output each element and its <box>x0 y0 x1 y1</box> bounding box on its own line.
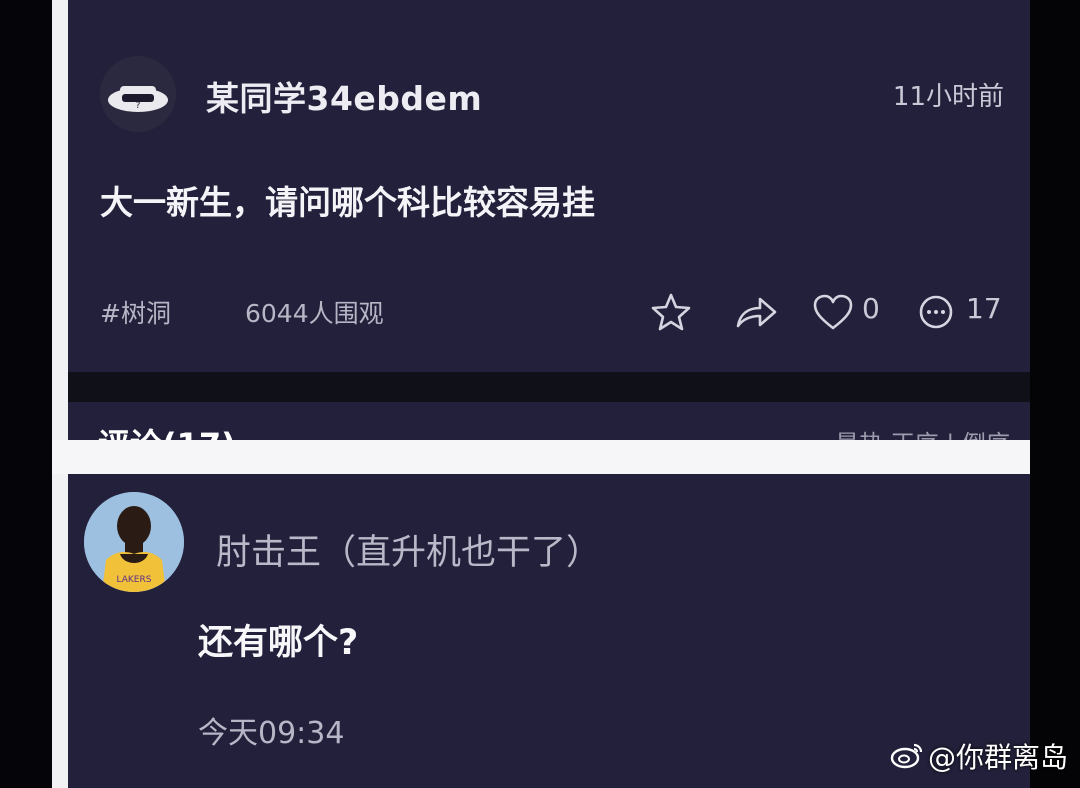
share-icon[interactable] <box>734 294 778 330</box>
heart-icon[interactable] <box>812 293 854 331</box>
comment-time: 今天09:34 <box>198 716 345 751</box>
screenshot-frame: ? 某同学34ebdem 11小时前 大一新生，请问哪个科比较容易挂 #树洞 6… <box>0 0 1080 788</box>
commenter-name[interactable]: 肘击王（直升机也干了） <box>216 524 601 575</box>
watermark: @你群离岛 <box>890 736 1068 777</box>
comment-card: LAKERS 肘击王（直升机也干了） 还有哪个? 今天09:34 <box>68 474 1030 788</box>
weibo-logo-icon <box>890 741 924 776</box>
commenter-avatar[interactable]: LAKERS <box>84 492 184 592</box>
anonymous-mask-icon: ? <box>100 56 176 132</box>
post-tag[interactable]: #树洞 <box>100 294 171 330</box>
like-count: 0 <box>862 292 880 325</box>
svg-text:LAKERS: LAKERS <box>117 575 152 585</box>
left-border <box>52 0 68 788</box>
right-border <box>1030 0 1080 788</box>
post-time: 11小时前 <box>892 82 1004 112</box>
comments-title: 评论(17) <box>98 420 236 442</box>
white-separator <box>52 440 1030 474</box>
comment-text: 还有哪个? <box>198 623 359 663</box>
post-text: 大一新生，请问哪个科比较容易挂 <box>100 183 595 222</box>
post-username[interactable]: 某同学34ebdem <box>206 72 482 120</box>
comments-header: 评论(17) 最热 正序 | 倒序 <box>68 402 1030 442</box>
view-count: 6044人围观 <box>245 299 384 328</box>
comment-icon[interactable] <box>918 294 954 330</box>
anonymous-avatar[interactable]: ? <box>100 56 176 132</box>
section-divider <box>68 372 1030 402</box>
comment-count: 17 <box>966 292 1002 325</box>
star-icon[interactable] <box>650 292 692 332</box>
post-meta-row: #树洞 6044人围观 0 17 <box>100 290 1010 334</box>
post-card: ? 某同学34ebdem 11小时前 大一新生，请问哪个科比较容易挂 #树洞 6… <box>68 0 1030 372</box>
watermark-text: @你群离岛 <box>927 740 1068 774</box>
svg-text:?: ? <box>136 101 141 111</box>
player-avatar-icon: LAKERS <box>84 492 184 592</box>
